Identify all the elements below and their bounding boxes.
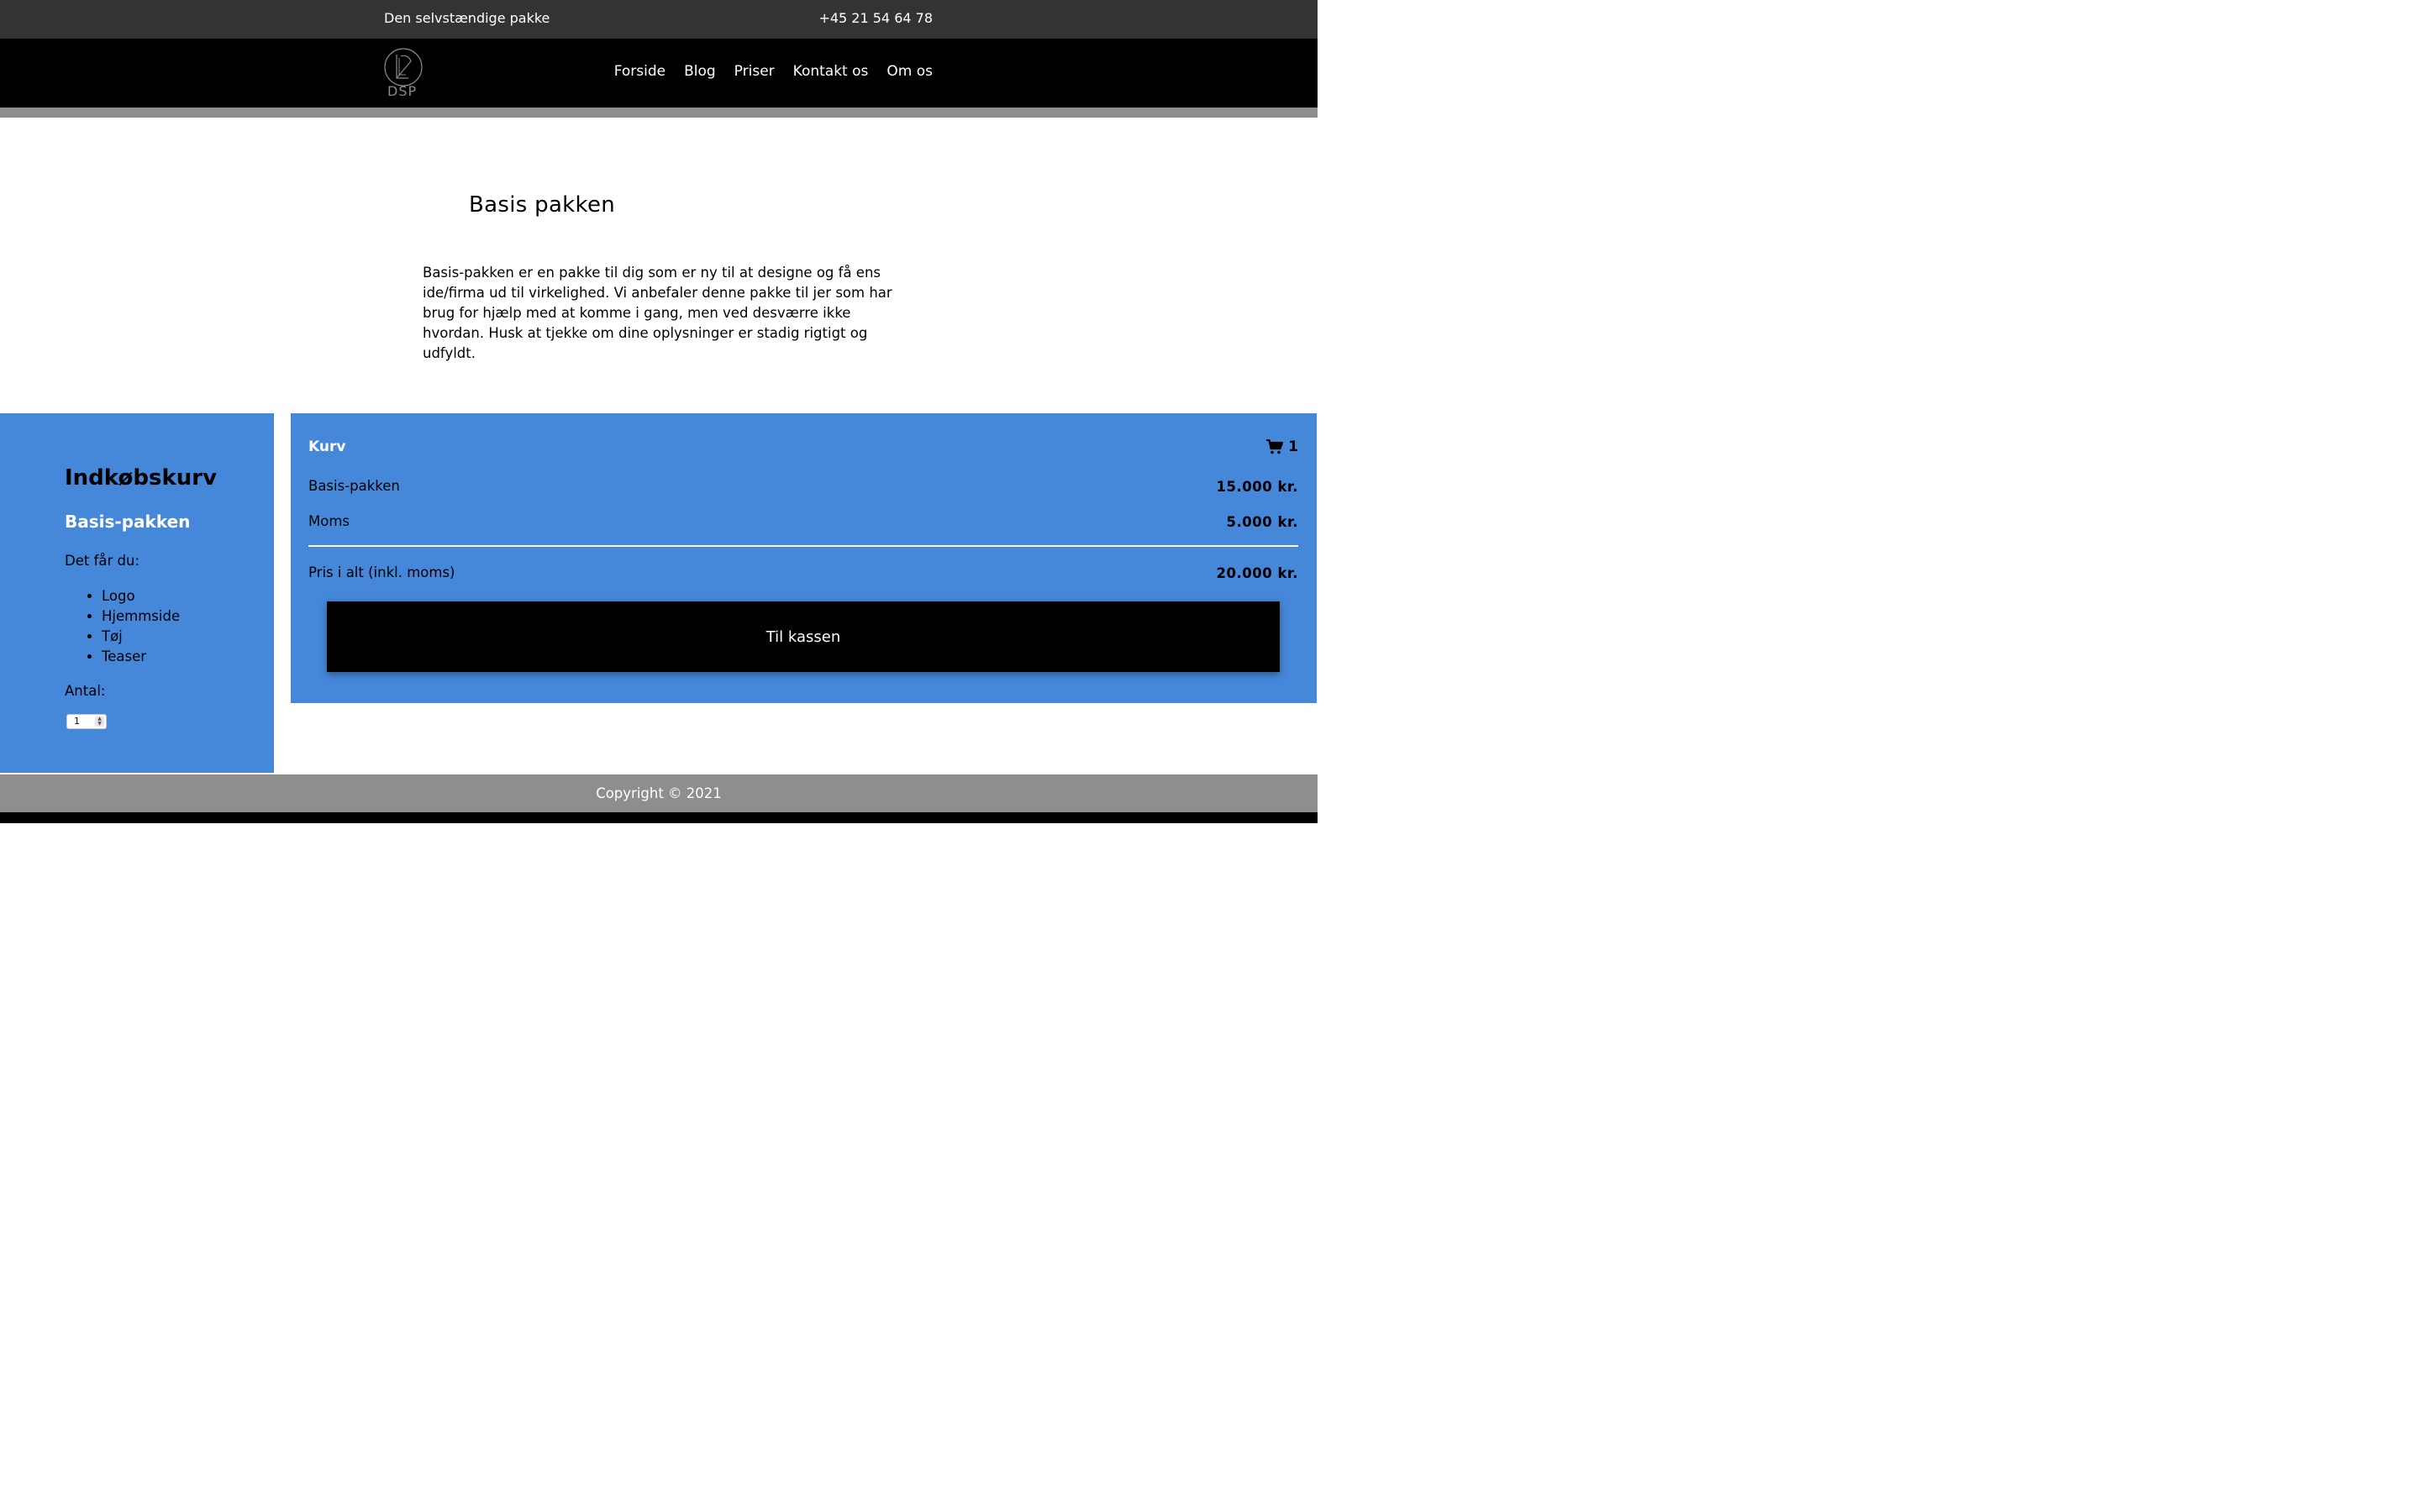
line-item-label: Basis-pakken bbox=[308, 478, 400, 494]
total-label: Pris i alt (inkl. moms) bbox=[308, 564, 455, 580]
footer-bottom-bar bbox=[0, 812, 1318, 823]
tagline: Den selvstændige pakke bbox=[384, 10, 550, 26]
cart-count-badge[interactable]: 1 bbox=[1266, 438, 1298, 455]
checkout-button[interactable]: Til kassen bbox=[327, 601, 1280, 672]
top-bar: Den selvstændige pakke +45 21 54 64 78 bbox=[0, 0, 1318, 39]
quantity-label: Antal: bbox=[65, 683, 106, 699]
feature-item: Hjemmside bbox=[102, 606, 180, 627]
footer: Copyright © 2021 bbox=[0, 774, 1318, 812]
features-list: Logo Hjemmside Tøj Teaser bbox=[102, 586, 180, 667]
nav-bar: DSP Forside Blog Priser Kontakt os Om os bbox=[0, 39, 1318, 108]
header-divider bbox=[0, 108, 1318, 118]
nav-priser[interactable]: Priser bbox=[734, 63, 775, 80]
feature-item: Tøj bbox=[102, 627, 180, 647]
cart-icon bbox=[1266, 439, 1284, 454]
quantity-stepper[interactable]: 1 ▲ ▼ bbox=[66, 714, 107, 729]
features-label: Det får du: bbox=[65, 553, 140, 569]
line-item-price: 15.000 kr. bbox=[1216, 479, 1298, 495]
feature-item: Logo bbox=[102, 586, 180, 606]
main-nav: Forside Blog Priser Kontakt os Om os bbox=[614, 63, 933, 80]
stepper-arrows-icon[interactable]: ▲ ▼ bbox=[95, 717, 104, 727]
phone-number[interactable]: +45 21 54 64 78 bbox=[818, 10, 933, 26]
logo[interactable]: DSP bbox=[382, 46, 424, 100]
cart-divider bbox=[308, 545, 1298, 547]
cart-title: Kurv bbox=[308, 438, 346, 455]
nav-kontakt[interactable]: Kontakt os bbox=[793, 63, 869, 80]
cart-count: 1 bbox=[1288, 438, 1298, 455]
nav-om-os[interactable]: Om os bbox=[886, 63, 933, 80]
vat-label: Moms bbox=[308, 513, 350, 529]
nav-forside[interactable]: Forside bbox=[614, 63, 666, 80]
logo-text: DSP bbox=[387, 83, 418, 99]
feature-item: Teaser bbox=[102, 647, 180, 667]
copyright-text: Copyright © 2021 bbox=[596, 785, 722, 801]
page-title: Basis pakken bbox=[469, 192, 616, 218]
nav-blog[interactable]: Blog bbox=[684, 63, 716, 80]
vat-price: 5.000 kr. bbox=[1226, 514, 1298, 530]
cart-summary: Kurv 1 Basis-pakken 15.000 kr. Moms 5.00… bbox=[291, 413, 1317, 703]
total-price: 20.000 kr. bbox=[1216, 565, 1298, 581]
product-panel: Indkøbskurv Basis-pakken Det får du: Log… bbox=[0, 413, 274, 773]
product-name: Basis-pakken bbox=[65, 512, 191, 532]
quantity-value: 1 bbox=[74, 716, 80, 727]
page-description: Basis-pakken er en pakke til dig som er … bbox=[423, 265, 892, 361]
cart-heading: Indkøbskurv bbox=[65, 465, 218, 491]
